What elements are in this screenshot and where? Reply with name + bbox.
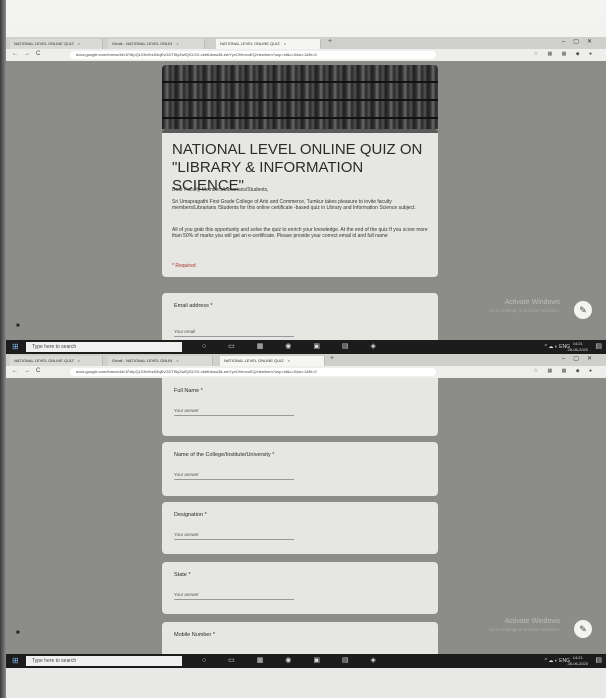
taskbar-search-input[interactable]: Type here to search xyxy=(26,656,182,666)
clock-date: 28-06-2020 xyxy=(567,347,588,352)
window-controls[interactable]: –▢✕ xyxy=(562,38,600,45)
browser-tab[interactable]: NATIONAL LEVEL ONLINE QUIZ × xyxy=(10,356,103,366)
reload-icon[interactable]: C xyxy=(36,51,40,57)
activate-windows-watermark: Activate Windows xyxy=(504,618,560,625)
designation-field[interactable]: Your answer xyxy=(174,532,294,540)
address-bar-row: ← → C docs.google.com/forms/d/e/1FAIpQLS… xyxy=(6,49,606,61)
activate-windows-watermark: Activate Windows xyxy=(504,299,560,306)
chat-icon[interactable]: ■ xyxy=(16,630,20,636)
question-card-designation: Designation * Your answer xyxy=(162,502,438,554)
windows-start-icon[interactable]: ⊞ xyxy=(12,342,22,352)
taskbar: ⊞ Type here to search ○ ▭ ▦ ◉ ▣ ▤ ◈ ^ ☁ … xyxy=(6,340,606,354)
form-header-card: NATIONAL LEVEL ONLINE QUIZ ON "LIBRARY &… xyxy=(162,129,438,277)
screenshot-top: NATIONAL LEVEL ONLINE QUIZ × Gmail - NATI… xyxy=(6,37,606,354)
question-label: Full Name * xyxy=(174,388,203,394)
tab-label: Gmail - NATIONAL LEVEL ONLIN xyxy=(112,41,173,46)
email-field[interactable]: Your email xyxy=(174,329,294,337)
address-bar-row: ← → C docs.google.com/forms/d/e/1FAIpQLS… xyxy=(6,366,606,378)
question-label: Mobile Number * xyxy=(174,632,215,638)
taskbar-app-icons[interactable]: ○ ▭ ▦ ◉ ▣ ▤ ◈ xyxy=(202,656,386,664)
question-label: Email address * xyxy=(174,303,213,309)
reload-icon[interactable]: C xyxy=(36,368,40,374)
new-tab-icon[interactable]: + xyxy=(328,38,332,45)
forward-icon[interactable]: → xyxy=(24,51,30,57)
clock-date: 28-06-2020 xyxy=(567,661,588,666)
forward-icon[interactable]: → xyxy=(24,368,30,374)
close-tab-icon[interactable]: × xyxy=(78,41,80,46)
url-input[interactable]: docs.google.com/forms/d/e/1FAIpQLSfxVbzK… xyxy=(70,51,436,59)
taskbar: ⊞ Type here to search ○ ▭ ▦ ◉ ▣ ▤ ◈ ^ ☁ … xyxy=(6,654,606,668)
close-tab-icon[interactable]: × xyxy=(284,41,286,46)
browser-tab-active[interactable]: NATIONAL LEVEL ONLINE QUIZ × xyxy=(216,39,321,49)
tab-label: NATIONAL LEVEL ONLINE QUIZ xyxy=(220,41,280,46)
state-field[interactable]: Your answer xyxy=(174,592,294,600)
taskbar-clock[interactable]: 14:21 28-06-2020 xyxy=(568,341,588,353)
browser-tab[interactable]: NATIONAL LEVEL ONLINE QUIZ × xyxy=(10,39,103,49)
activate-windows-subtext: Go to Settings to activate Windows. xyxy=(488,627,560,632)
question-label: Designation * xyxy=(174,512,207,518)
taskbar-app-icons[interactable]: ○ ▭ ▦ ◉ ▣ ▤ ◈ xyxy=(202,342,386,350)
library-banner-image xyxy=(162,65,438,129)
taskbar-clock[interactable]: 14:21 28-06-2020 xyxy=(568,655,588,667)
window-controls[interactable]: –▢✕ xyxy=(562,355,600,362)
form-description-2: All of you grab this opportunity and sol… xyxy=(172,227,428,240)
system-tray[interactable]: ^ ☁ ◐ ENG xyxy=(545,656,570,666)
college-field[interactable]: Your answer xyxy=(174,472,294,480)
full-name-field[interactable]: Your answer xyxy=(174,408,294,416)
activate-windows-subtext: Go to Settings to activate Windows. xyxy=(488,308,560,313)
new-tab-icon[interactable]: + xyxy=(330,355,334,362)
url-input[interactable]: docs.google.com/forms/d/e/1FAIpQLSfxVbzK… xyxy=(70,368,436,376)
chat-icon[interactable]: ■ xyxy=(16,323,20,329)
close-tab-icon[interactable]: × xyxy=(176,41,178,46)
edit-pencil-icon[interactable]: ✎ xyxy=(574,301,592,319)
tab-label: NATIONAL LEVEL ONLINE QUIZ xyxy=(224,358,284,363)
tab-label: NATIONAL LEVEL ONLINE QUIZ xyxy=(14,358,74,363)
windows-start-icon[interactable]: ⊞ xyxy=(12,656,22,666)
back-icon[interactable]: ← xyxy=(12,51,18,57)
browser-tab[interactable]: Gmail - NATIONAL LEVEL ONLIN × xyxy=(108,356,213,366)
extension-icons[interactable]: ☆ ▦ ▦ ◆ ● xyxy=(534,51,596,57)
question-card-full-name: Full Name * Your answer xyxy=(162,378,438,436)
system-tray[interactable]: ^ ☁ ◐ ENG xyxy=(545,342,570,352)
form-greeting: Dear Faculty Members/Librarians/Students… xyxy=(172,187,269,193)
extension-icons[interactable]: ☆ ▦ ▦ ◆ ● xyxy=(534,368,596,374)
browser-tab-bar: NATIONAL LEVEL ONLINE QUIZ × Gmail - NATI… xyxy=(6,37,606,49)
screenshot-bottom: NATIONAL LEVEL ONLINE QUIZ × Gmail - NATI… xyxy=(6,354,606,668)
browser-tab[interactable]: Gmail - NATIONAL LEVEL ONLIN × xyxy=(108,39,205,49)
form-page: Full Name * Your answer Name of the Coll… xyxy=(6,378,606,662)
edit-pencil-icon[interactable]: ✎ xyxy=(574,620,592,638)
form-description-1: Sri Umapragathi First Grade College of A… xyxy=(172,199,416,212)
required-note: * Required xyxy=(172,263,196,269)
close-tab-icon[interactable]: × xyxy=(176,358,178,363)
question-label: Name of the College/Institute/University… xyxy=(174,452,275,458)
question-label: State * xyxy=(174,572,191,578)
notification-icon[interactable]: ▤ xyxy=(595,656,602,664)
form-page: NATIONAL LEVEL ONLINE QUIZ ON "LIBRARY &… xyxy=(6,61,606,353)
back-icon[interactable]: ← xyxy=(12,368,18,374)
browser-tab-bar: NATIONAL LEVEL ONLINE QUIZ × Gmail - NATI… xyxy=(6,354,606,366)
browser-tab-active[interactable]: NATIONAL LEVEL ONLINE QUIZ × xyxy=(220,356,325,366)
close-tab-icon[interactable]: × xyxy=(288,358,290,363)
notification-icon[interactable]: ▤ xyxy=(595,342,602,350)
close-tab-icon[interactable]: × xyxy=(78,358,80,363)
tab-label: NATIONAL LEVEL ONLINE QUIZ xyxy=(14,41,74,46)
taskbar-search-input[interactable]: Type here to search xyxy=(26,342,182,352)
question-card-college: Name of the College/Institute/University… xyxy=(162,442,438,496)
tab-label: Gmail - NATIONAL LEVEL ONLIN xyxy=(112,358,173,363)
question-card-state: State * Your answer xyxy=(162,562,438,614)
